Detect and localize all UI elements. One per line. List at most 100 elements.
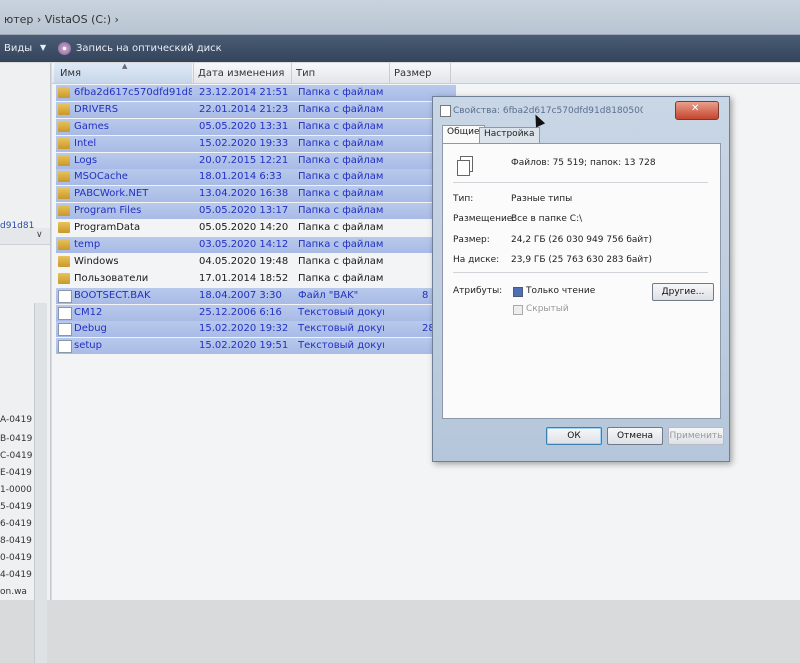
file-name: CM12 bbox=[74, 306, 103, 318]
multiple-files-icon bbox=[457, 156, 473, 176]
file-name: Intel bbox=[74, 137, 97, 149]
other-attributes-button[interactable]: Другие... bbox=[652, 283, 714, 301]
nav-item[interactable]: on.wa bbox=[0, 587, 27, 597]
file-row[interactable]: Logs 20.07.2015 12:21 Папка с файлами bbox=[56, 152, 456, 169]
nav-item[interactable]: 4-0419 bbox=[0, 570, 32, 580]
folder-icon bbox=[58, 171, 70, 183]
nav-item[interactable]: C-0419 bbox=[0, 451, 32, 461]
file-date: 23.12.2014 21:51 bbox=[199, 87, 289, 98]
file-type: Папка с файлами bbox=[298, 255, 384, 267]
folder-icon bbox=[58, 103, 70, 115]
file-name: Debug bbox=[74, 323, 107, 335]
file-row[interactable]: CM12 25.12.2006 6:16 Текстовый докум... bbox=[56, 304, 456, 321]
file-row[interactable]: BOOTSECT.BAK 18.04.2007 3:30 Файл "BAK" 8 bbox=[56, 287, 456, 304]
file-name: PABCWork.NET bbox=[74, 188, 149, 200]
apply-button[interactable]: Применить bbox=[668, 427, 724, 445]
file-icon bbox=[58, 289, 72, 303]
file-row[interactable]: PABCWork.NET 13.04.2020 16:38 Папка с файл… bbox=[56, 186, 456, 203]
file-row[interactable]: Debug15.02.2020 19:32Текстовый докум...2… bbox=[56, 321, 456, 338]
nav-item[interactable]: 1-0000 bbox=[0, 485, 32, 495]
breadcrumb[interactable]: ютер › VistaOS (C:) › bbox=[4, 13, 119, 26]
nav-item[interactable]: 5-0419 bbox=[0, 502, 32, 512]
nav-scrollbar[interactable] bbox=[34, 303, 47, 663]
nav-item[interactable]: B-0419 bbox=[0, 434, 32, 444]
file-row[interactable]: Windows 04.05.2020 19:48 Папка с файлами bbox=[56, 254, 456, 270]
file-icon bbox=[58, 340, 72, 354]
file-type: Папка с файлами bbox=[298, 171, 384, 183]
column-header: ▲ Имя Дата изменения Тип Размер bbox=[52, 62, 800, 84]
file-name: temp bbox=[74, 239, 101, 251]
divider bbox=[453, 272, 708, 273]
readonly-label: Только чтение bbox=[526, 286, 596, 296]
hidden-label: Скрытый bbox=[526, 304, 569, 314]
file-date: 20.07.2015 12:21 bbox=[199, 154, 289, 166]
address-bar[interactable]: ютер › VistaOS (C:) › bbox=[0, 0, 800, 35]
file-name: setup bbox=[74, 340, 102, 352]
file-type: Папка с файлами bbox=[298, 137, 384, 149]
column-divider[interactable] bbox=[291, 63, 292, 83]
chevron-down-icon[interactable]: ∨ bbox=[36, 230, 43, 240]
file-row[interactable]: Intel 15.02.2020 19:33 Папка с файлами bbox=[56, 135, 456, 152]
nav-item[interactable]: A-0419 bbox=[0, 415, 32, 425]
nav-item[interactable]: d91d81 bbox=[0, 221, 34, 231]
file-name: MSOCache bbox=[74, 171, 128, 183]
folder-icon bbox=[58, 222, 70, 234]
file-row[interactable]: Program Files 05.05.2020 13:17 Папка с фай… bbox=[56, 203, 456, 220]
file-name: 6fba2d617c570dfd91d8... bbox=[74, 87, 192, 98]
navigation-pane[interactable]: ∨ d91d81 A-0419 B-0419 C-0419 E-0419 1-0… bbox=[0, 63, 51, 663]
file-row[interactable]: Games 05.05.2020 13:31 Папка с файлами bbox=[56, 118, 456, 135]
file-row[interactable]: ProgramData 05.05.2020 14:20 Папка с файла… bbox=[56, 220, 456, 236]
file-type: Файл "BAK" bbox=[298, 289, 359, 301]
file-name: BOOTSECT.BAK bbox=[74, 289, 151, 301]
burn-disc-button[interactable]: Запись на оптический диск bbox=[76, 43, 222, 54]
file-date: 18.04.2007 3:30 bbox=[199, 289, 282, 301]
column-type[interactable]: Тип bbox=[296, 68, 315, 79]
column-date[interactable]: Дата изменения bbox=[198, 68, 284, 79]
file-type: Папка с файлами bbox=[298, 205, 384, 217]
nav-item[interactable]: E-0419 bbox=[0, 468, 32, 478]
column-divider[interactable] bbox=[193, 63, 194, 83]
file-icon bbox=[58, 323, 72, 337]
file-rows: 6fba2d617c570dfd91d8... 23.12.2014 21:51 П… bbox=[56, 85, 456, 355]
folder-icon bbox=[58, 255, 70, 267]
summary-text: Файлов: 75 519; папок: 13 728 bbox=[511, 158, 656, 168]
cancel-button[interactable]: Отмена bbox=[607, 427, 663, 445]
file-date: 05.05.2020 14:20 bbox=[199, 222, 289, 234]
file-row[interactable]: 6fba2d617c570dfd91d8... 23.12.2014 21:51 П… bbox=[56, 85, 456, 101]
column-size[interactable]: Размер bbox=[394, 68, 432, 79]
file-type: Папка с файлами bbox=[298, 120, 384, 132]
file-row[interactable]: DRIVERS 22.01.2014 21:23 Папка с файлами bbox=[56, 101, 456, 118]
tab-settings[interactable]: Настройка bbox=[479, 127, 540, 144]
disk-size-label: На диске: bbox=[453, 255, 500, 265]
nav-item[interactable]: 6-0419 bbox=[0, 519, 32, 529]
views-dropdown-icon[interactable]: ▼ bbox=[40, 43, 46, 52]
divider bbox=[453, 182, 708, 183]
file-row[interactable]: Пользователи 17.01.2014 18:52 Папка с файл… bbox=[56, 271, 456, 287]
close-button[interactable] bbox=[675, 101, 719, 120]
file-row[interactable]: MSOCache 18.01.2014 6:33 Папка с файлами bbox=[56, 169, 456, 186]
file-type: Папка с файлами bbox=[298, 222, 384, 234]
readonly-checkbox[interactable] bbox=[513, 287, 523, 297]
file-name: Logs bbox=[74, 154, 98, 166]
location-value: Все в папке C:\ bbox=[511, 214, 583, 224]
nav-item[interactable]: 0-0419 bbox=[0, 553, 32, 563]
column-divider[interactable] bbox=[389, 63, 390, 83]
command-bar: Виды ▼ Запись на оптический диск bbox=[0, 35, 800, 62]
file-type: Папка с файлами bbox=[298, 188, 384, 200]
file-row[interactable]: temp 03.05.2020 14:12 Папка с файлами bbox=[56, 237, 456, 254]
folder-icon bbox=[58, 137, 70, 149]
file-type: Папка с файлами bbox=[298, 103, 384, 115]
file-type: Текстовый докум... bbox=[298, 340, 384, 352]
hidden-checkbox[interactable] bbox=[513, 305, 523, 315]
file-row[interactable]: setup 15.02.2020 19:51 Текстовый докум... bbox=[56, 338, 456, 355]
file-date: 04.05.2020 19:48 bbox=[199, 255, 289, 267]
column-name[interactable]: ▲ Имя bbox=[54, 62, 192, 83]
column-divider[interactable] bbox=[450, 63, 451, 83]
file-date: 15.02.2020 19:51 bbox=[199, 340, 289, 352]
folder-icon bbox=[58, 188, 70, 200]
file-date: 22.01.2014 21:23 bbox=[199, 103, 289, 115]
ok-button[interactable]: ОК bbox=[546, 427, 602, 445]
type-label: Тип: bbox=[453, 194, 474, 204]
nav-item[interactable]: 8-0419 bbox=[0, 536, 32, 546]
views-button[interactable]: Виды bbox=[4, 43, 32, 54]
